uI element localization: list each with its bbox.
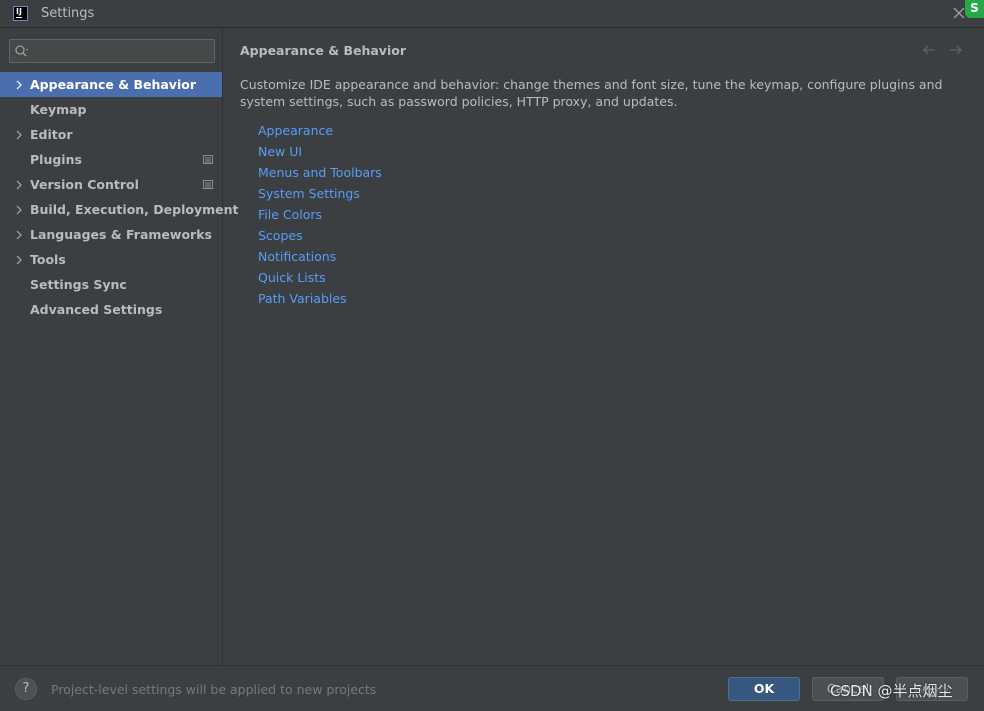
- sidebar-item-plugins[interactable]: Plugins: [0, 147, 222, 172]
- chevron-right-icon[interactable]: [15, 180, 23, 190]
- search-box[interactable]: [9, 39, 215, 63]
- sidebar-item-advanced-settings[interactable]: Advanced Settings: [0, 297, 222, 322]
- project-level-icon: [203, 155, 213, 164]
- link-appearance[interactable]: Appearance: [258, 120, 382, 141]
- footer-note: Project-level settings will be applied t…: [51, 682, 377, 697]
- link-path-variables[interactable]: Path Variables: [258, 288, 382, 309]
- link-quick-lists[interactable]: Quick Lists: [258, 267, 382, 288]
- sidebar-item-keymap[interactable]: Keymap: [0, 97, 222, 122]
- watermark: CSDN @半点烟尘: [830, 682, 953, 700]
- sidebar-item-version-control[interactable]: Version Control: [0, 172, 222, 197]
- sidebar-item-tools[interactable]: Tools: [0, 247, 222, 272]
- sidebar-item-appearance-behavior[interactable]: Appearance & Behavior: [0, 72, 222, 97]
- sidebar-item-label: Editor: [30, 127, 73, 142]
- sidebar-item-label: Plugins: [30, 152, 82, 167]
- help-button[interactable]: ?: [15, 678, 37, 700]
- sidebar-item-label: Languages & Frameworks: [30, 227, 212, 242]
- page-title: Appearance & Behavior: [240, 43, 406, 58]
- arrow-left-icon[interactable]: [922, 44, 936, 56]
- sidebar-item-languages-frameworks[interactable]: Languages & Frameworks: [0, 222, 222, 247]
- section-description: Customize IDE appearance and behavior: c…: [240, 77, 943, 109]
- link-notifications[interactable]: Notifications: [258, 246, 382, 267]
- sidebar-item-label: Build, Execution, Deployment: [30, 202, 239, 217]
- corner-badge: S: [965, 0, 984, 18]
- chevron-right-icon[interactable]: [15, 230, 23, 240]
- settings-content: Appearance & Behavior Customize IDE appe…: [223, 28, 984, 665]
- sidebar-item-label: Advanced Settings: [30, 302, 163, 317]
- link-system-settings[interactable]: System Settings: [258, 183, 382, 204]
- settings-nav: Appearance & Behavior Keymap Editor Plug…: [0, 72, 238, 322]
- sidebar-item-build-execution-deployment[interactable]: Build, Execution, Deployment: [0, 197, 238, 222]
- chevron-right-icon[interactable]: [15, 80, 23, 90]
- sidebar-item-label: Settings Sync: [30, 277, 127, 292]
- project-level-icon: [203, 180, 213, 189]
- link-scopes[interactable]: Scopes: [258, 225, 382, 246]
- intellij-app-icon: IJ: [13, 6, 28, 21]
- link-menus-and-toolbars[interactable]: Menus and Toolbars: [258, 162, 382, 183]
- sidebar-item-label: Tools: [30, 252, 66, 267]
- sidebar-item-settings-sync[interactable]: Settings Sync: [0, 272, 222, 297]
- sidebar-item-editor[interactable]: Editor: [0, 122, 222, 147]
- window-title: Settings: [41, 6, 95, 21]
- link-new-ui[interactable]: New UI: [258, 141, 382, 162]
- settings-sidebar: Appearance & Behavior Keymap Editor Plug…: [0, 28, 238, 665]
- sidebar-item-label: Keymap: [30, 102, 87, 117]
- search-icon: [15, 45, 28, 57]
- link-file-colors[interactable]: File Colors: [258, 204, 382, 225]
- search-input[interactable]: [34, 42, 214, 62]
- close-icon[interactable]: [952, 6, 966, 20]
- title-bar: IJ Settings S: [0, 0, 984, 28]
- subsection-links: Appearance New UI Menus and Toolbars Sys…: [258, 120, 382, 309]
- chevron-right-icon[interactable]: [15, 205, 23, 215]
- chevron-right-icon[interactable]: [15, 255, 23, 265]
- sidebar-item-label: Version Control: [30, 177, 139, 192]
- arrow-right-icon[interactable]: [949, 44, 963, 56]
- sidebar-item-label: Appearance & Behavior: [30, 77, 196, 92]
- dialog-footer: ? Project-level settings will be applied…: [0, 665, 984, 711]
- chevron-right-icon[interactable]: [15, 130, 23, 140]
- ok-button[interactable]: OK: [728, 677, 800, 701]
